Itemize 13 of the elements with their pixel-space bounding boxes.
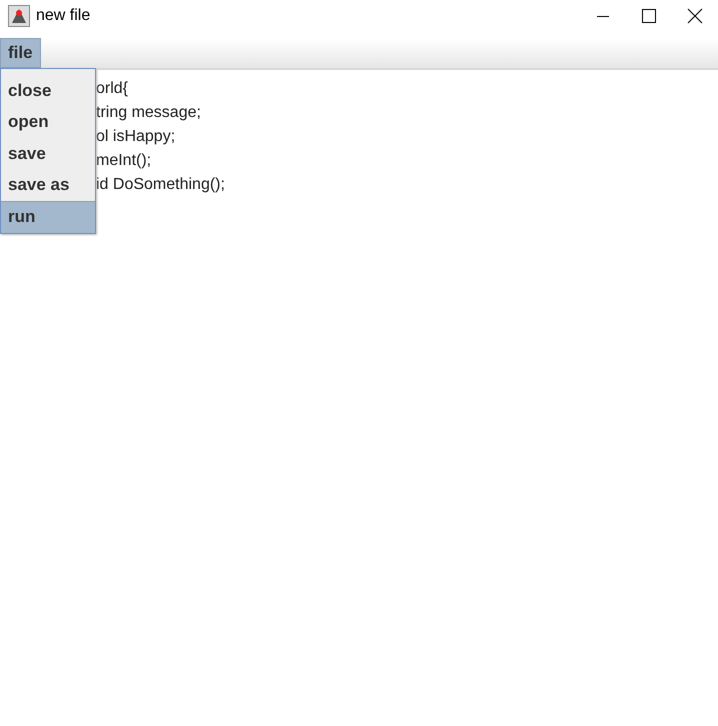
code-line: id DoSomething(); [96, 175, 226, 195]
code-line: tring message; [96, 103, 202, 123]
menu-option[interactable]: run [1, 201, 95, 232]
app-icon [8, 5, 30, 27]
menu-option[interactable]: open [1, 106, 95, 138]
window-title: new file [36, 7, 92, 25]
menu-item[interactable]: file [0, 38, 41, 68]
code-line: orld{ [96, 79, 130, 99]
code-line: ol isHappy; [96, 127, 176, 147]
menu-option[interactable]: close [1, 75, 95, 106]
menu-option[interactable]: save [1, 138, 95, 170]
menu-option[interactable]: save as [1, 170, 95, 201]
code-line: meInt(); [96, 151, 152, 171]
